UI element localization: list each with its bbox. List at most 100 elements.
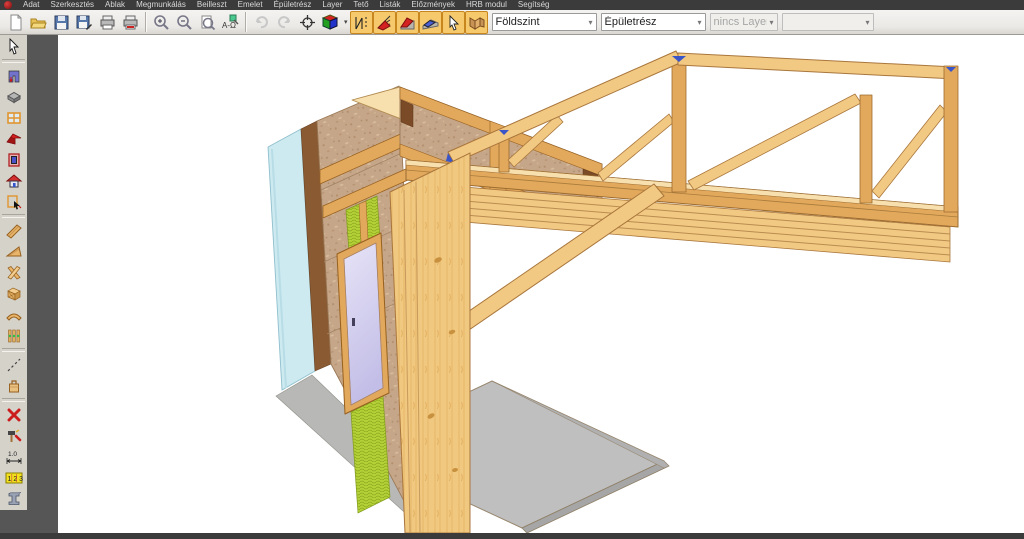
roof-corner-button[interactable] xyxy=(396,11,419,34)
delete-button[interactable] xyxy=(1,404,26,425)
save-button[interactable] xyxy=(50,11,73,34)
chevron-down-icon: ▾ xyxy=(770,18,774,27)
window-tool-button[interactable] xyxy=(1,107,26,128)
menu-teto[interactable]: Tető xyxy=(353,0,368,10)
sidebar-separator xyxy=(2,398,25,402)
toolbar-separator xyxy=(245,12,247,32)
machining-tool-button[interactable] xyxy=(1,425,26,446)
wall-tool-button[interactable] xyxy=(1,65,26,86)
menu-segitseg[interactable]: Segítség xyxy=(518,0,550,10)
construction-line-button[interactable] xyxy=(1,354,26,375)
sublayer-dropdown[interactable]: ▾ xyxy=(782,13,874,31)
machining-tool-icon xyxy=(8,430,20,442)
print-list-button[interactable] xyxy=(119,11,142,34)
print-icon xyxy=(101,16,114,29)
center-target-icon xyxy=(300,15,315,30)
building-part-dropdown[interactable]: Épületrész ▾ xyxy=(601,13,706,31)
roof-corner-icon xyxy=(401,18,414,29)
pointer-button[interactable] xyxy=(442,11,465,34)
open-folder-button[interactable] xyxy=(27,11,50,34)
status-bar xyxy=(0,533,1024,539)
menu-szerkesztes[interactable]: Szerkesztés xyxy=(50,0,94,10)
zoom-text-button[interactable]: A-Ω xyxy=(219,11,242,34)
redo-icon xyxy=(279,17,289,27)
door-tool-button[interactable] xyxy=(1,149,26,170)
undo-button[interactable] xyxy=(250,11,273,34)
slab-layers-button[interactable] xyxy=(1,86,26,107)
chevron-down-icon: ▾ xyxy=(866,18,870,27)
zoom-text-icon: A-Ω xyxy=(222,15,238,30)
beam-wedge-button[interactable] xyxy=(1,241,26,262)
select-arrow-button[interactable] xyxy=(1,36,26,57)
assembly-icon xyxy=(9,381,18,392)
beams-crossed-button[interactable] xyxy=(1,262,26,283)
beam-arc-button[interactable] xyxy=(1,304,26,325)
redo-button[interactable] xyxy=(273,11,296,34)
dimension-button[interactable]: 1.0 xyxy=(1,446,26,467)
menu-layer[interactable]: Layer xyxy=(322,0,342,10)
print-button[interactable] xyxy=(96,11,119,34)
beams-crossed-icon xyxy=(8,266,20,279)
layer-dropdown[interactable]: nincs Layer ▾ xyxy=(710,13,778,31)
wood-panels-button[interactable] xyxy=(465,11,488,34)
slab-blue-icon xyxy=(423,20,438,29)
beam-diagonal-button[interactable] xyxy=(1,220,26,241)
assembly-button[interactable] xyxy=(1,375,26,396)
storey-dropdown[interactable]: Földszint ▾ xyxy=(492,13,597,31)
door-tool-icon xyxy=(9,154,19,166)
menu-hrb-modul[interactable]: HRB modul xyxy=(466,0,507,10)
delete-icon xyxy=(9,410,19,420)
app-logo-icon xyxy=(4,1,12,9)
beam-block-button[interactable] xyxy=(1,283,26,304)
red-hatch-icon xyxy=(378,16,390,30)
viewport-3d[interactable] xyxy=(58,35,1024,533)
sidebar-separator xyxy=(2,214,25,218)
wood-panels-icon xyxy=(470,18,484,29)
menu-listak[interactable]: Listák xyxy=(380,0,401,10)
view-cube-caret[interactable]: ▾ xyxy=(344,18,348,26)
numbering-icon: 1 2 3 xyxy=(6,473,23,483)
menu-emelet[interactable]: Emelet xyxy=(238,0,263,10)
zoom-in-button[interactable] xyxy=(150,11,173,34)
select-arrow-icon xyxy=(10,39,18,54)
slab-blue-button[interactable] xyxy=(419,11,442,34)
menu-adat[interactable]: Adat xyxy=(23,0,39,10)
zoom-in-icon xyxy=(155,16,168,29)
work-area: 1.0 1 2 3 xyxy=(0,35,1024,533)
numbering-button[interactable]: 1 2 3 xyxy=(1,467,26,488)
save-as-button[interactable] xyxy=(73,11,96,34)
beam-arc-icon xyxy=(7,314,21,320)
stud-wall-icon xyxy=(8,330,19,342)
tool-sidebar: 1.0 1 2 3 xyxy=(0,35,27,510)
geometry-lines-button[interactable] xyxy=(350,11,373,34)
menu-megmunkalas[interactable]: Megmunkálás xyxy=(136,0,186,10)
zoom-out-icon xyxy=(178,16,191,29)
print-list-icon xyxy=(124,16,137,29)
house-tool-button[interactable] xyxy=(1,170,26,191)
construction-line-icon xyxy=(8,359,20,371)
svg-text:A-Ω: A-Ω xyxy=(222,21,236,30)
zoom-page-button[interactable] xyxy=(196,11,219,34)
wall-tool-icon xyxy=(9,71,19,82)
select-element-button[interactable] xyxy=(1,191,26,212)
model-window-handle xyxy=(352,318,355,326)
new-document-icon xyxy=(11,15,21,30)
view-cube-icon xyxy=(323,15,337,29)
toolbar-separator xyxy=(145,12,147,32)
menu-beilleszt[interactable]: Beilleszt xyxy=(197,0,227,10)
roof-tool-button[interactable] xyxy=(1,128,26,149)
steel-profile-button[interactable] xyxy=(1,488,26,509)
menu-epuletresz[interactable]: Épületrész xyxy=(274,0,312,10)
house-tool-icon xyxy=(7,175,21,187)
stud-wall-button[interactable] xyxy=(1,325,26,346)
menu-bar: Adat Szerkesztés Ablak Megmunkálás Beill… xyxy=(0,0,1024,10)
window-tool-icon xyxy=(8,113,20,123)
center-target-button[interactable] xyxy=(296,11,319,34)
menu-ablak[interactable]: Ablak xyxy=(105,0,125,10)
new-document-button[interactable] xyxy=(4,11,27,34)
view-cube-button[interactable] xyxy=(319,11,342,34)
red-hatch-button[interactable] xyxy=(373,11,396,34)
open-folder-icon xyxy=(31,19,46,28)
zoom-out-button[interactable] xyxy=(173,11,196,34)
menu-elozmenyek[interactable]: Előzmények xyxy=(411,0,455,10)
